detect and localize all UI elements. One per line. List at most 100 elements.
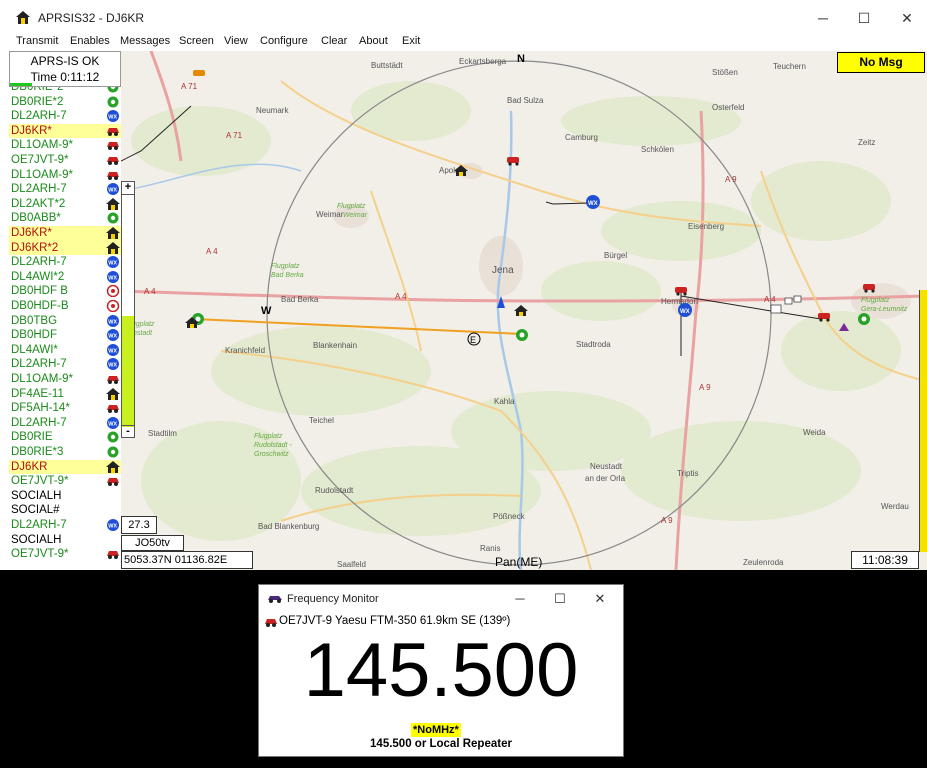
station-row[interactable]: DB0HDF B bbox=[9, 284, 121, 299]
map-view[interactable]: Buttstädt Eckartsberga Stößen Teuchern N… bbox=[121, 51, 927, 570]
svg-text:Eckartsberga: Eckartsberga bbox=[459, 57, 507, 66]
station-row[interactable]: DL2ARH-7 WX bbox=[9, 182, 121, 197]
station-row[interactable]: DB0TBG WX bbox=[9, 314, 121, 329]
svg-text:WX: WX bbox=[108, 275, 117, 281]
svg-text:Zeulenroda: Zeulenroda bbox=[743, 558, 784, 567]
car-icon bbox=[107, 127, 119, 136]
station-row[interactable]: DL2ARH-7 WX bbox=[9, 518, 121, 533]
station-row[interactable]: DB0RIE*2 bbox=[9, 87, 121, 95]
menu-messages[interactable]: Messages bbox=[120, 35, 170, 47]
menu-enables[interactable]: Enables bbox=[70, 35, 110, 47]
station-row[interactable]: SOCIALH bbox=[9, 533, 121, 548]
svg-text:WX: WX bbox=[108, 363, 117, 369]
station-row[interactable]: DL2ARH-7 WX bbox=[9, 416, 121, 431]
zoom-slider-track[interactable] bbox=[122, 194, 134, 427]
map-station-wx[interactable]: WX bbox=[678, 303, 692, 317]
station-row[interactable]: DB0ABB* bbox=[9, 211, 121, 226]
menu-screen[interactable]: Screen bbox=[179, 35, 214, 47]
zoom-out-button[interactable]: - bbox=[122, 425, 134, 437]
station-row[interactable]: DL2ARH-7 WX bbox=[9, 357, 121, 372]
station-row[interactable]: DB0HDF WX bbox=[9, 328, 121, 343]
svg-text:Rudolstadt: Rudolstadt bbox=[315, 486, 354, 495]
station-row[interactable]: DB0HDF-B bbox=[9, 299, 121, 314]
freq-close-button[interactable]: ✕ bbox=[583, 589, 617, 609]
maximize-button[interactable]: ☐ bbox=[845, 6, 883, 30]
map-station-car[interactable] bbox=[507, 157, 519, 166]
station-row[interactable]: DB0RIE*2 bbox=[9, 95, 121, 110]
map-station-car[interactable] bbox=[193, 70, 205, 76]
station-row[interactable]: DL1OAM-9* bbox=[9, 138, 121, 153]
station-row[interactable]: DF5AH-14* bbox=[9, 401, 121, 416]
station-row[interactable]: DB0RIE bbox=[9, 430, 121, 445]
freq-maximize-button[interactable]: ☐ bbox=[543, 589, 577, 609]
station-row[interactable]: DB0RIE*3 bbox=[9, 445, 121, 460]
station-row[interactable]: DL1OAM-9* bbox=[9, 372, 121, 387]
svg-text:WX: WX bbox=[108, 260, 117, 266]
svg-text:Weimar: Weimar bbox=[316, 210, 344, 219]
station-row[interactable]: DJ6KR* bbox=[9, 226, 121, 241]
menu-view[interactable]: View bbox=[224, 35, 248, 47]
station-callsign: DF4AE-11 bbox=[11, 387, 64, 400]
station-row[interactable]: OE7JVT-9* bbox=[9, 547, 121, 562]
station-list[interactable]: DB0RIE*2 DB0RIE*2 DL2ARH-7 WX DJ6KR* DL1OAM-9… bbox=[9, 87, 121, 570]
svg-text:Camburg: Camburg bbox=[565, 133, 598, 142]
map-station-wx[interactable]: WX bbox=[586, 195, 600, 209]
station-row[interactable]: DJ6KR*2 bbox=[9, 240, 121, 256]
svg-text:WX: WX bbox=[108, 348, 117, 354]
station-row[interactable]: DL2ARH-7 WX bbox=[9, 255, 121, 270]
station-row[interactable]: OE7JVT-9* bbox=[9, 474, 121, 489]
svg-text:WX: WX bbox=[108, 319, 117, 325]
station-row[interactable]: OE7JVT-9* bbox=[9, 153, 121, 168]
minimize-button[interactable]: ─ bbox=[804, 6, 842, 30]
svg-text:Osterfeld: Osterfeld bbox=[712, 103, 744, 112]
map-station-digi[interactable] bbox=[516, 329, 528, 341]
station-row[interactable]: SOCIAL# bbox=[9, 503, 121, 518]
app-house-icon bbox=[16, 11, 30, 24]
car-icon bbox=[107, 405, 119, 414]
car-icon bbox=[107, 171, 119, 180]
station-row[interactable]: DJ6KR* bbox=[9, 123, 121, 139]
svg-text:Hermsdorf: Hermsdorf bbox=[661, 297, 699, 306]
zoom-in-button[interactable]: + bbox=[122, 182, 134, 194]
station-row[interactable]: DF4AE-11 bbox=[9, 387, 121, 402]
station-callsign: DB0TBG bbox=[11, 314, 58, 327]
aprs-status-text: APRS-IS OK bbox=[30, 54, 100, 68]
no-message-indicator[interactable]: No Msg bbox=[837, 52, 925, 73]
svg-text:Bad Sulza: Bad Sulza bbox=[507, 96, 544, 105]
svg-text:Stößen: Stößen bbox=[712, 68, 738, 77]
menu-exit[interactable]: Exit bbox=[402, 35, 420, 47]
station-row[interactable]: DL1OAM-9* bbox=[9, 168, 121, 183]
house-icon bbox=[106, 197, 120, 210]
station-row[interactable]: DL2AKT*2 bbox=[9, 197, 121, 212]
svg-text:Stadtroda: Stadtroda bbox=[576, 340, 611, 349]
aprs-status-box: APRS-IS OK Time 0:11:12 bbox=[9, 51, 121, 87]
close-button[interactable]: ✕ bbox=[888, 6, 926, 30]
station-callsign: OE7JVT-9* bbox=[11, 154, 69, 166]
station-row[interactable]: SOCIALH bbox=[9, 489, 121, 504]
frequency-display: 145.500 bbox=[303, 628, 579, 713]
svg-text:A 71: A 71 bbox=[226, 131, 243, 140]
menu-about[interactable]: About bbox=[359, 35, 388, 47]
station-callsign: DL2ARH-7 bbox=[11, 519, 67, 531]
station-row[interactable]: DL4AWI* WX bbox=[9, 343, 121, 358]
station-row[interactable]: DL4AWI*2 WX bbox=[9, 270, 121, 285]
menu-clear[interactable]: Clear bbox=[321, 35, 347, 47]
freq-minimize-button[interactable]: ─ bbox=[503, 589, 537, 609]
menu-configure[interactable]: Configure bbox=[260, 35, 308, 47]
zoom-control[interactable]: + - bbox=[121, 181, 135, 438]
svg-text:A 9: A 9 bbox=[699, 383, 711, 392]
car-icon bbox=[107, 478, 119, 487]
menu-transmit[interactable]: Transmit bbox=[16, 35, 58, 47]
station-row[interactable]: DJ6KR bbox=[9, 459, 121, 475]
map-station-house[interactable] bbox=[514, 305, 528, 316]
station-row[interactable]: DL2ARH-7 WX bbox=[9, 109, 121, 124]
svg-text:Bad Blankenburg: Bad Blankenburg bbox=[258, 522, 319, 531]
map-station-digi[interactable] bbox=[858, 313, 870, 325]
station-callsign: DB0RIE*2 bbox=[11, 95, 64, 108]
house-icon bbox=[106, 387, 120, 400]
svg-text:Saalfeld: Saalfeld bbox=[337, 560, 366, 569]
svg-text:A 4: A 4 bbox=[395, 292, 407, 301]
svg-text:an der Orla: an der Orla bbox=[585, 474, 626, 483]
digi-icon bbox=[107, 87, 119, 93]
wx-icon: WX bbox=[107, 183, 119, 196]
